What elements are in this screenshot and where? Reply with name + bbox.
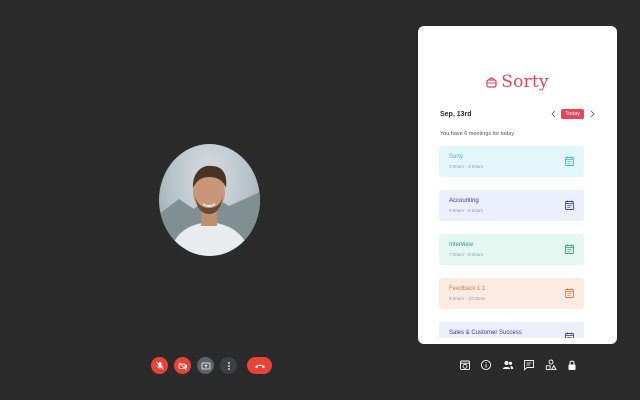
- participant-photo: [159, 165, 260, 256]
- calendar-icon[interactable]: [565, 244, 574, 254]
- meeting-time: 3:00am - 4:00am: [449, 164, 484, 169]
- meetings-summary: You have 6 meetings for today: [440, 131, 515, 137]
- meeting-title: Sorty: [449, 154, 464, 160]
- more-options-button[interactable]: [220, 357, 237, 374]
- meet-toolbar: [457, 358, 586, 372]
- chevron-left-icon: [551, 110, 556, 118]
- present-button[interactable]: [197, 357, 214, 374]
- meeting-time: 9:00am - 10:00am: [449, 296, 486, 301]
- previous-day-button[interactable]: [549, 109, 557, 119]
- calendar-icon[interactable]: [565, 288, 574, 298]
- chevron-right-icon: [590, 110, 595, 118]
- leave-call-button[interactable]: [247, 357, 272, 374]
- current-date: Sep, 13rd: [440, 110, 472, 118]
- more-vert-icon: [227, 361, 230, 370]
- calendar-icon[interactable]: [565, 332, 574, 338]
- meeting-card[interactable]: Accounting 5:00am - 6:00am: [439, 190, 584, 221]
- calendar-icon[interactable]: [565, 200, 574, 210]
- meeting-list: Sorty 3:00am - 4:00am Accounting 5:00am - 6…: [439, 146, 584, 338]
- next-day-button[interactable]: [588, 109, 596, 119]
- chat-icon: [524, 360, 534, 371]
- meeting-title: Sales & Customer Success: [449, 330, 522, 336]
- calendar-icon[interactable]: [565, 156, 574, 166]
- camera-off-icon: [178, 361, 187, 370]
- date-navigation: Today: [549, 109, 596, 119]
- meeting-title: Feedback 1:1: [449, 286, 486, 292]
- call-controls: [151, 357, 272, 374]
- mic-toggle-button[interactable]: [151, 357, 168, 374]
- mic-off-icon: [155, 361, 164, 370]
- call-end-icon: [254, 364, 265, 368]
- camera-toggle-button[interactable]: [174, 357, 191, 374]
- host-controls-button[interactable]: [565, 358, 580, 372]
- sorty-logo-icon: [486, 77, 497, 88]
- meeting-time: 5:00am - 6:00am: [449, 208, 484, 213]
- today-button[interactable]: Today: [561, 109, 584, 119]
- meeting-card[interactable]: Interview 7:00am - 8:00am: [439, 234, 584, 265]
- meeting-title: Interview: [449, 242, 474, 248]
- present-screen-icon: [201, 362, 210, 369]
- activities-button[interactable]: [543, 358, 558, 372]
- meeting-title: Accounting: [449, 198, 479, 204]
- brand-name: Sorty: [501, 72, 549, 92]
- calendar-clock-icon: [459, 360, 470, 370]
- chat-button[interactable]: [522, 358, 537, 372]
- sorty-panel: Sorty Sep, 13rd Today You have 6 meeting…: [418, 26, 617, 344]
- brand-header: Sorty: [418, 72, 617, 92]
- meeting-card[interactable]: Sorty 3:00am - 4:00am: [439, 146, 584, 177]
- people-button[interactable]: [500, 358, 515, 372]
- participant-avatar: [159, 144, 260, 256]
- date-row: Sep, 13rd Today: [440, 108, 596, 120]
- info-button[interactable]: [479, 358, 494, 372]
- shapes-icon: [545, 359, 557, 371]
- calendar-clock-button[interactable]: [457, 358, 472, 372]
- lock-icon: [568, 360, 576, 370]
- meeting-card[interactable]: Feedback 1:1 9:00am - 10:00am: [439, 278, 584, 309]
- info-icon: [480, 359, 492, 371]
- people-icon: [502, 361, 513, 369]
- meeting-time: 7:00am - 8:00am: [449, 252, 484, 257]
- meeting-card[interactable]: Sales & Customer Success11:00am - 12:00p…: [439, 322, 584, 338]
